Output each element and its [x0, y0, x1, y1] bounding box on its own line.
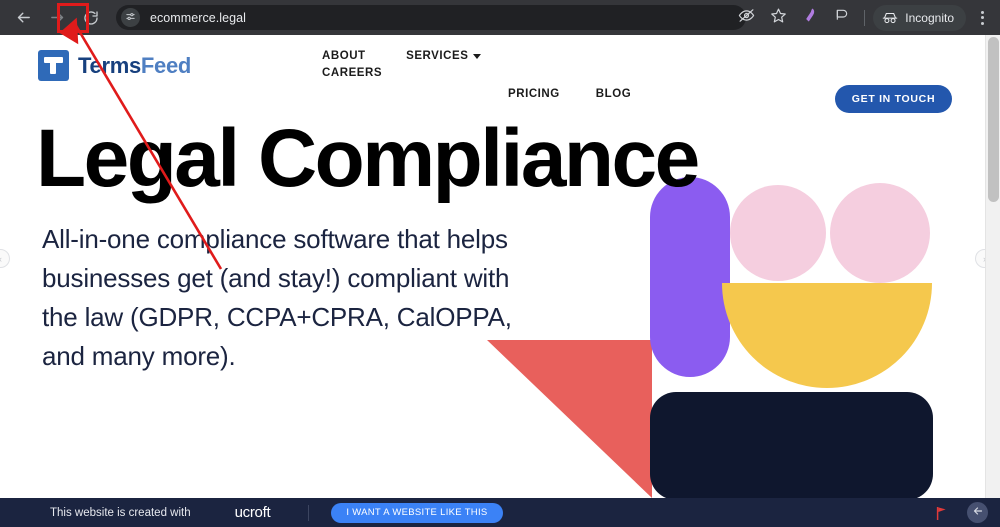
reload-icon	[83, 10, 99, 26]
site-header: TermsFeed ABOUT CAREERS SERVICES PRICING…	[0, 35, 985, 113]
forward-button[interactable]	[42, 3, 72, 33]
forward-arrow-icon	[49, 9, 66, 26]
tune-icon	[125, 9, 136, 27]
screenshot-root: ecommerce.legal Incognito TermsFeed ABOU…	[0, 0, 1000, 527]
purple-pill-shape	[650, 177, 730, 377]
site-settings-button[interactable]	[121, 8, 140, 27]
logo-text-terms: Terms	[78, 52, 141, 78]
nav-item-careers[interactable]: CAREERS	[322, 66, 382, 81]
footer-divider	[308, 504, 310, 521]
pen-icon	[802, 7, 818, 28]
kebab-menu-icon	[980, 10, 984, 14]
extensions-icon	[834, 7, 850, 28]
bookmark-button[interactable]	[764, 4, 792, 32]
primary-nav: ABOUT CAREERS SERVICES	[322, 49, 482, 81]
incognito-hat-icon	[882, 11, 898, 24]
site-logo-text: TermsFeed	[78, 53, 191, 79]
ucroft-brand[interactable]: ucroft	[235, 504, 271, 521]
want-website-button[interactable]: I WANT A WEBSITE LIKE THIS	[331, 502, 503, 523]
nav-item-services-label: SERVICES	[406, 50, 469, 62]
back-arrow-icon	[15, 9, 32, 26]
address-bar-url: ecommerce.legal	[150, 10, 246, 25]
footer-credit-text: This website is created with	[50, 506, 191, 519]
address-bar[interactable]: ecommerce.legal	[116, 5, 746, 30]
scrollbar-thumb[interactable]	[988, 37, 999, 202]
pink-circle-right-shape	[830, 183, 930, 283]
nav-col-about-careers: ABOUT CAREERS	[322, 49, 382, 81]
navy-rounded-rect-shape	[650, 392, 933, 500]
browser-toolbar: ecommerce.legal Incognito	[0, 0, 1000, 35]
pink-circle-left-shape	[730, 185, 826, 281]
incognito-indicator[interactable]: Incognito	[873, 4, 966, 31]
eye-slash-icon	[738, 7, 755, 29]
toolbar-divider	[864, 9, 866, 26]
page-scrollbar[interactable]	[985, 35, 1000, 527]
yellow-half-circle-shape	[722, 283, 932, 388]
primary-nav-right: PRICING BLOG	[508, 87, 631, 102]
reload-button[interactable]	[76, 3, 106, 33]
logo-text-feed: Feed	[140, 52, 192, 78]
tracking-protection-button[interactable]	[732, 4, 760, 32]
toolbar-right-group: Incognito	[730, 0, 1000, 35]
circle-back-arrow-icon	[972, 504, 984, 522]
red-flag-icon	[935, 507, 948, 525]
nav-item-blog[interactable]: BLOG	[596, 87, 631, 102]
bookmark-star-icon	[770, 7, 787, 29]
pen-extension-button[interactable]	[796, 4, 824, 32]
chevron-down-icon	[473, 54, 482, 59]
browser-menu-button[interactable]	[969, 5, 995, 31]
footer-back-button[interactable]	[967, 502, 988, 523]
page-viewport: TermsFeed ABOUT CAREERS SERVICES PRICING…	[0, 35, 1000, 527]
back-button[interactable]	[8, 3, 38, 33]
extensions-button[interactable]	[828, 4, 856, 32]
page-title: Legal Compliance	[36, 113, 700, 204]
nav-item-about[interactable]: ABOUT	[322, 49, 382, 64]
termsfeed-logo-icon	[38, 50, 69, 81]
get-in-touch-button[interactable]: GET IN TOUCH	[835, 85, 952, 113]
site-logo[interactable]: TermsFeed	[38, 50, 191, 81]
incognito-label: Incognito	[905, 10, 954, 25]
nav-item-services[interactable]: SERVICES	[406, 49, 482, 64]
chevron-left-icon: ‹	[0, 254, 2, 264]
report-flag-button[interactable]	[935, 506, 948, 526]
hero-subtitle: All-in-one compliance software that help…	[42, 224, 512, 371]
ucroft-footer-bar: This website is created with ucroft I WA…	[0, 498, 1000, 527]
nav-item-pricing[interactable]: PRICING	[508, 87, 560, 102]
